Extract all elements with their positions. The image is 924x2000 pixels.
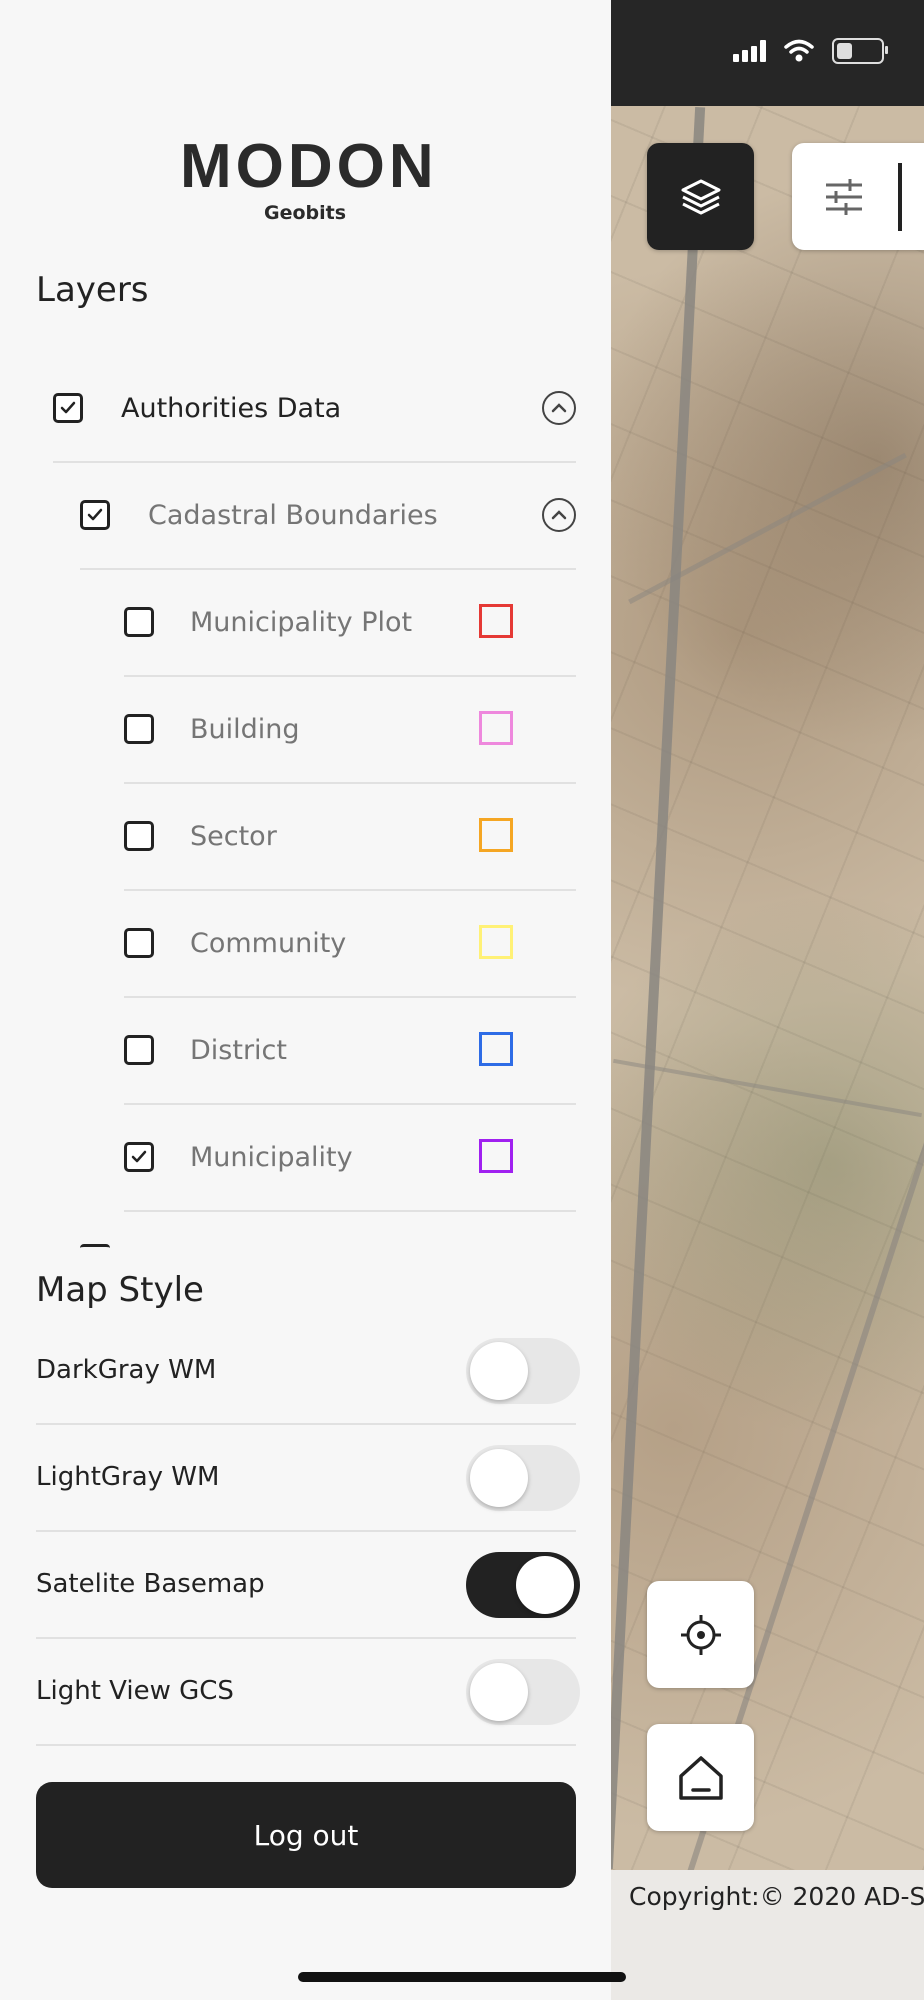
municipality-plot-label: Municipality Plot: [190, 606, 413, 638]
logo-text: MODON: [180, 132, 438, 201]
map-style-title: Map Style: [36, 1270, 204, 1310]
toggle-knob: [470, 1342, 528, 1400]
layer-item-sector[interactable]: Sector: [124, 783, 576, 891]
cadastral-boundaries-label: Cadastral Boundaries: [148, 499, 438, 531]
locate-icon: [680, 1614, 721, 1655]
filter-sliders-icon: [826, 179, 862, 215]
map-road: [613, 1058, 922, 1118]
status-icons: [733, 38, 888, 64]
layers-title: Layers: [36, 270, 149, 310]
light-view-gcs-label: Light View GCS: [36, 1676, 234, 1706]
toggle-knob: [470, 1663, 528, 1721]
municipality-plot-color-swatch: [479, 604, 513, 638]
map-style-lightgray[interactable]: LightGray WM: [36, 1424, 580, 1532]
next-layer-checkbox-peek: [80, 1244, 110, 1253]
logo-subtitle: Geobits: [263, 202, 347, 224]
municipality-color-swatch: [479, 1139, 513, 1173]
sector-color-swatch: [479, 818, 513, 852]
authorities-data-checkbox[interactable]: [53, 393, 83, 423]
map-style-light-view-gcs[interactable]: Light View GCS: [36, 1638, 580, 1746]
district-color-swatch: [479, 1032, 513, 1066]
municipality-plot-checkbox[interactable]: [124, 607, 154, 637]
cadastral-boundaries-checkbox[interactable]: [80, 500, 110, 530]
home-button[interactable]: [647, 1724, 754, 1831]
status-time: 6:54: [74, 34, 159, 74]
building-color-swatch: [479, 711, 513, 745]
copyright-text: Copyright:© 2020 AD-SDI: [629, 1882, 924, 1911]
home-icon: [678, 1755, 723, 1800]
community-color-swatch: [479, 925, 513, 959]
darkgray-label: DarkGray WM: [36, 1355, 217, 1385]
building-checkbox[interactable]: [124, 714, 154, 744]
layers-button[interactable]: [647, 143, 754, 250]
satellite-label: Satelite Basemap: [36, 1569, 265, 1599]
chevron-up-icon: [551, 510, 567, 520]
cellular-signal-icon: [733, 40, 766, 62]
wifi-icon: [784, 39, 814, 62]
darkgray-toggle[interactable]: [466, 1338, 580, 1404]
side-panel: 6:54 MODON Geobits Layers Authorities Da…: [0, 0, 611, 2000]
toggle-knob: [470, 1449, 528, 1507]
community-checkbox[interactable]: [124, 928, 154, 958]
layer-group-authorities-data[interactable]: Authorities Data: [53, 355, 576, 463]
layers-icon: [681, 179, 720, 214]
layer-item-district[interactable]: District: [124, 997, 576, 1105]
district-checkbox[interactable]: [124, 1035, 154, 1065]
map-road: [685, 734, 924, 1878]
battery-icon: [832, 38, 888, 64]
layer-item-municipality[interactable]: Municipality: [124, 1104, 576, 1212]
home-indicator: [298, 1972, 626, 1982]
map-copyright: Copyright:© 2020 AD-SDI: [611, 1870, 924, 2000]
municipality-label: Municipality: [190, 1141, 353, 1173]
checkmark-icon: [131, 1150, 147, 1163]
cadastral-boundaries-collapse-button[interactable]: [542, 498, 576, 532]
locate-button[interactable]: [647, 1581, 754, 1688]
layer-group-cadastral-boundaries[interactable]: Cadastral Boundaries: [80, 462, 576, 570]
satellite-toggle[interactable]: [466, 1552, 580, 1618]
lightgray-toggle[interactable]: [466, 1445, 580, 1511]
authorities-data-collapse-button[interactable]: [542, 391, 576, 425]
filter-toolbar[interactable]: [792, 143, 924, 250]
sector-label: Sector: [190, 820, 277, 852]
chevron-up-icon: [551, 403, 567, 413]
toggle-knob: [516, 1556, 574, 1614]
map-style-satellite[interactable]: Satelite Basemap: [36, 1531, 580, 1639]
layer-item-building[interactable]: Building: [124, 676, 576, 784]
checkmark-icon: [87, 508, 103, 521]
municipality-checkbox[interactable]: [124, 1142, 154, 1172]
layer-item-community[interactable]: Community: [124, 890, 576, 998]
checkmark-icon: [60, 401, 76, 414]
community-label: Community: [190, 927, 347, 959]
toolbar-divider: [898, 163, 902, 231]
light-view-gcs-toggle[interactable]: [466, 1659, 580, 1725]
logout-button[interactable]: Log out: [36, 1782, 576, 1888]
district-label: District: [190, 1034, 287, 1066]
app-logo: MODON Geobits: [180, 132, 438, 225]
sector-checkbox[interactable]: [124, 821, 154, 851]
layer-item-municipality-plot[interactable]: Municipality Plot: [124, 569, 576, 677]
map-road: [628, 452, 907, 605]
map-style-darkgray[interactable]: DarkGray WM: [36, 1317, 580, 1425]
building-label: Building: [190, 713, 300, 745]
authorities-data-label: Authorities Data: [121, 392, 342, 424]
lightgray-label: LightGray WM: [36, 1462, 220, 1492]
